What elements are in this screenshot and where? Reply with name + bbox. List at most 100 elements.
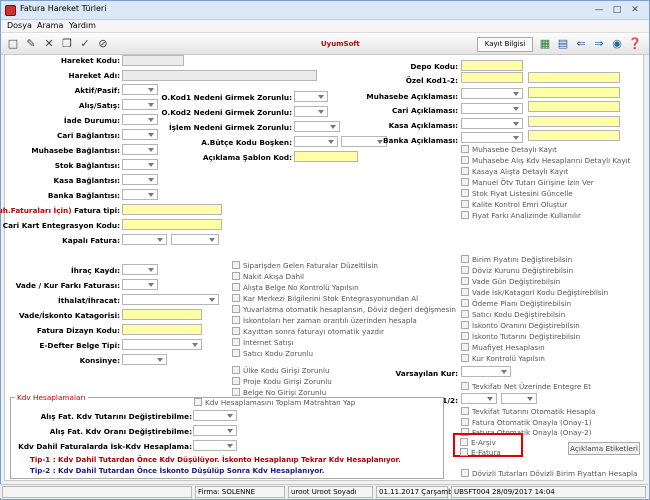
- hareket-adi-field[interactable]: [122, 70, 317, 81]
- vade-kur-farki-select[interactable]: [122, 279, 158, 290]
- aktif-pasif-select[interactable]: [122, 84, 158, 95]
- vade-iskonto-field[interactable]: [122, 309, 202, 320]
- checkbox-muh-alis-kdv[interactable]: [461, 156, 469, 164]
- checkbox-vade-isk[interactable]: [461, 288, 469, 296]
- checkbox-iskonto-orani[interactable]: [461, 321, 469, 329]
- checkbox-kdv-matrah[interactable]: [194, 398, 202, 406]
- checkbox-e-arsiv[interactable]: [460, 438, 468, 446]
- kasa-baglantisi-select[interactable]: [122, 174, 158, 185]
- hareket-kodu-field[interactable]: [122, 55, 184, 66]
- checkbox-iskonto-tutari[interactable]: [461, 332, 469, 340]
- depo-kodu-field[interactable]: [461, 60, 523, 71]
- forward-arrow-icon[interactable]: ⇒: [591, 36, 607, 52]
- tevkifat-oran1-select[interactable]: [461, 393, 497, 404]
- checkbox-internet-satisi[interactable]: [232, 338, 240, 346]
- checkbox-yuvarlatma[interactable]: [232, 305, 240, 313]
- cancel-icon[interactable]: ⊘: [95, 36, 111, 52]
- close-button[interactable]: ✕: [627, 3, 643, 17]
- help-icon[interactable]: ❓: [627, 36, 643, 52]
- checkbox-belge-no-kontrol[interactable]: [232, 283, 240, 291]
- banka-baglantisi-select[interactable]: [122, 189, 158, 200]
- checkbox-fiyat-farki[interactable]: [461, 211, 469, 219]
- minimize-button[interactable]: —: [591, 3, 607, 17]
- muhasebe-aciklama-select[interactable]: [461, 88, 523, 99]
- checkbox-doviz-kuru[interactable]: [461, 266, 469, 274]
- kasa-aciklama-field[interactable]: [528, 116, 620, 127]
- stok-baglantisi-select[interactable]: [122, 159, 158, 170]
- checkbox-tevkifat-tutari[interactable]: [461, 407, 469, 415]
- iade-durumu-select[interactable]: [122, 114, 158, 125]
- edit-icon[interactable]: ✎: [23, 36, 39, 52]
- muhasebe-baglantisi-select[interactable]: [122, 144, 158, 155]
- aciklama-sablon-field[interactable]: [294, 151, 358, 162]
- varsayilan-kur-select[interactable]: [461, 366, 511, 377]
- report-icon[interactable]: ▤: [555, 36, 571, 52]
- checkbox-stok-fiyat[interactable]: [461, 189, 469, 197]
- okod1-select[interactable]: [294, 91, 328, 102]
- copy-icon[interactable]: ❐: [59, 36, 75, 52]
- checkbox-muhasebe-detayli[interactable]: [461, 145, 469, 153]
- checkbox-iskonto-orantili[interactable]: [232, 316, 240, 324]
- butce-kodu-select-1[interactable]: [294, 136, 338, 147]
- cari-aciklama-select[interactable]: [461, 103, 523, 114]
- menu-arama[interactable]: Arama: [37, 21, 63, 30]
- islem-nedeni-select[interactable]: [294, 121, 340, 132]
- okod2-select[interactable]: [294, 106, 328, 117]
- checkbox-kalite-kontrol[interactable]: [461, 200, 469, 208]
- banka-aciklama-select[interactable]: [461, 132, 523, 143]
- checkbox-nakit-akis[interactable]: [232, 272, 240, 280]
- checkbox-manuel-otv[interactable]: [461, 178, 469, 186]
- delete-icon[interactable]: ✕: [41, 36, 57, 52]
- checkbox-tevkifat-net[interactable]: [461, 382, 469, 390]
- ihrac-kaydi-select[interactable]: [122, 264, 158, 275]
- ozel-kod1-field[interactable]: [461, 72, 523, 83]
- isk-kdv-select[interactable]: [193, 440, 237, 451]
- checkbox-vade-gun[interactable]: [461, 277, 469, 285]
- kasa-aciklama-select[interactable]: [461, 118, 523, 129]
- menu-dosya[interactable]: Dosya: [7, 21, 32, 30]
- web-icon[interactable]: ◉: [609, 36, 625, 52]
- muhasebe-aciklama-field[interactable]: [528, 87, 620, 98]
- cari-aciklama-field[interactable]: [528, 101, 620, 112]
- checkbox-satici-kodu-degistir[interactable]: [461, 310, 469, 318]
- checkbox-onay-1[interactable]: [461, 418, 469, 426]
- butce-kodu-select-2[interactable]: [341, 136, 387, 147]
- checkbox-birim-fiyat[interactable]: [461, 255, 469, 263]
- cari-kart-entegrasyon-field[interactable]: [122, 219, 222, 230]
- checkbox-kur-kontrolu[interactable]: [461, 354, 469, 362]
- checkbox-odeme-plani[interactable]: [461, 299, 469, 307]
- menu-yardim[interactable]: Yardım: [69, 21, 96, 30]
- checkbox-e-fatura[interactable]: [460, 448, 468, 456]
- checkbox-muafiyet[interactable]: [461, 343, 469, 351]
- ozel-kod2-field[interactable]: [528, 72, 620, 83]
- export-icon[interactable]: ▦: [537, 36, 553, 52]
- aciklama-etiketleri-button[interactable]: Açıklama Etiketleri: [568, 442, 640, 455]
- kdv-orani-select[interactable]: [193, 425, 237, 436]
- kapali-fatura-select-2[interactable]: [171, 234, 219, 245]
- ithalat-ihracat-select[interactable]: [122, 294, 219, 305]
- new-icon[interactable]: □: [5, 36, 21, 52]
- save-check-icon[interactable]: ✓: [77, 36, 93, 52]
- cari-baglantisi-select[interactable]: [122, 129, 158, 140]
- konsinye-select[interactable]: [122, 354, 167, 365]
- checkbox-dovizli-tutar[interactable]: [461, 469, 469, 477]
- alis-satis-select[interactable]: [122, 99, 158, 110]
- record-info-button[interactable]: Kayıt Bilgisi: [477, 37, 533, 52]
- tevkifat-oran2-select[interactable]: [501, 393, 537, 404]
- edefter-select[interactable]: [122, 339, 202, 350]
- muh-fatura-tipi-field[interactable]: [122, 204, 222, 215]
- checkbox-otomatik-yazdir[interactable]: [232, 327, 240, 335]
- maximize-button[interactable]: □: [609, 3, 625, 17]
- checkbox-proje-kodu[interactable]: [232, 377, 240, 385]
- kapali-fatura-select-1[interactable]: [122, 234, 167, 245]
- checkbox-kar-merkezi[interactable]: [232, 294, 240, 302]
- checkbox-siparis-duzeltilsin[interactable]: [232, 261, 240, 269]
- checkbox-satici-kodu[interactable]: [232, 349, 240, 357]
- checkbox-ulke-kodu[interactable]: [232, 366, 240, 374]
- banka-aciklama-field[interactable]: [528, 130, 620, 141]
- kdv-tutari-select[interactable]: [193, 410, 237, 421]
- back-arrow-icon[interactable]: ⇐: [573, 36, 589, 52]
- checkbox-belge-no-girisi[interactable]: [232, 388, 240, 396]
- checkbox-kasaya-alista[interactable]: [461, 167, 469, 175]
- fatura-dizayn-field[interactable]: [122, 324, 202, 335]
